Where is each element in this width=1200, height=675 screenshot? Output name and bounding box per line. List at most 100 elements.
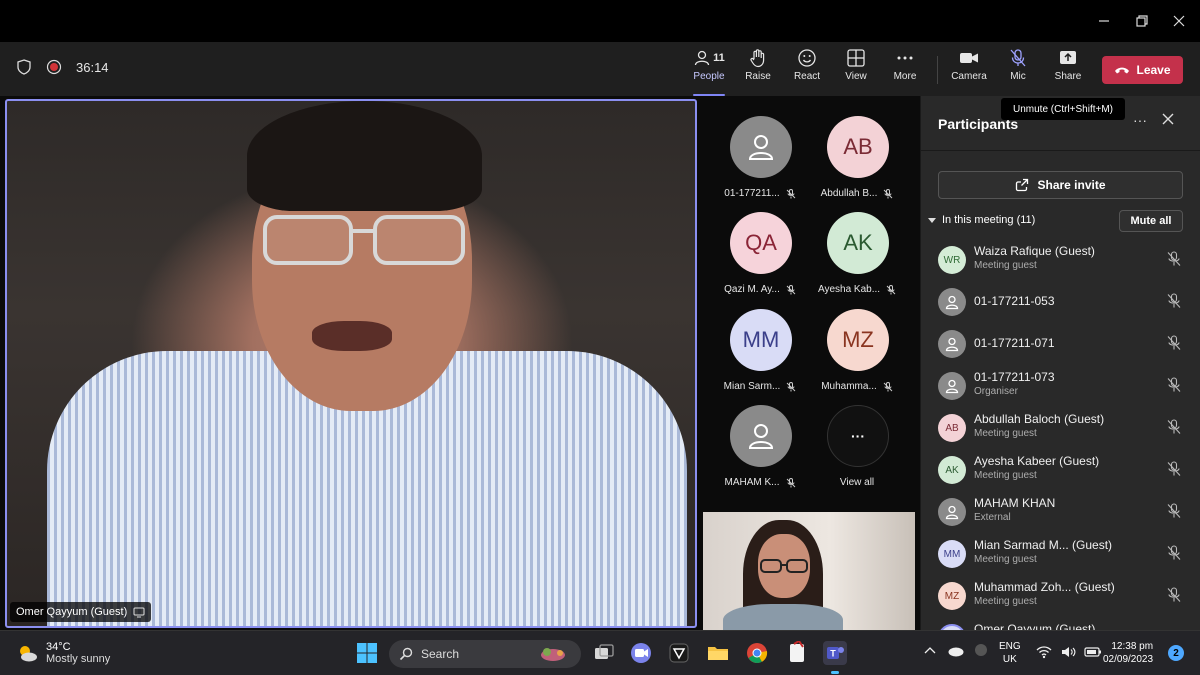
participant-avatar: MM (938, 540, 966, 568)
people-button[interactable]: 11 People (685, 48, 733, 96)
view-all-avatar: ··· (827, 405, 889, 467)
share-button[interactable]: Share (1044, 48, 1092, 92)
view-button[interactable]: View (832, 48, 880, 92)
participant-tile[interactable]: MM Mian Sarm... (712, 309, 808, 405)
main-speaker-video[interactable] (5, 99, 697, 628)
participant-tile[interactable]: 01-177211... (712, 116, 808, 212)
raise-label: Raise (745, 71, 771, 82)
view-all-tile[interactable]: ··· View all (809, 405, 905, 501)
teams-button[interactable]: T (823, 641, 847, 674)
participant-role: Meeting guest (974, 470, 1037, 481)
chat-app-button[interactable] (629, 641, 653, 665)
mic-off-icon[interactable] (1166, 251, 1182, 267)
chevron-down-icon (928, 218, 936, 223)
minimize-button[interactable] (1091, 8, 1117, 34)
system-tray (924, 643, 988, 657)
tray-app-icon[interactable] (974, 643, 988, 657)
react-button[interactable]: React (783, 48, 831, 92)
mic-button[interactable]: Mic (994, 48, 1042, 92)
camera-button[interactable]: Camera (945, 48, 993, 92)
person-icon (748, 424, 774, 449)
mic-off-icon[interactable] (1166, 587, 1182, 603)
weather-widget[interactable]: 34°C Mostly sunny (16, 641, 110, 665)
close-window-button[interactable] (1166, 8, 1192, 34)
mute-all-button[interactable]: Mute all (1119, 210, 1183, 232)
tile-avatar (730, 116, 792, 178)
meeting-toolbar: 36:14 11 People Raise React View More Ca… (0, 42, 1200, 96)
notes-app-button[interactable] (785, 639, 809, 665)
participant-row[interactable]: OQ Omer Qayyum (Guest) (938, 619, 1200, 630)
notes-icon (790, 639, 804, 662)
mic-off-icon[interactable] (1166, 419, 1182, 435)
onedrive-icon[interactable] (946, 643, 964, 657)
language-indicator[interactable]: ENG UK (999, 640, 1021, 666)
share-invite-button[interactable]: Share invite (938, 171, 1183, 199)
person-icon (945, 337, 959, 352)
mic-off-icon[interactable] (1166, 503, 1182, 519)
react-label: React (793, 71, 821, 82)
participant-tile[interactable]: AK Ayesha Kab... (809, 212, 905, 308)
mic-off-icon (786, 477, 795, 487)
participant-tile[interactable]: AB Abdullah B... (809, 116, 905, 212)
speaker-mouth (312, 321, 392, 351)
toolbar-divider (937, 56, 938, 84)
participant-tile[interactable]: MZ Muhamma... (809, 309, 905, 405)
tile-name: Ayesha Kab... (809, 284, 905, 295)
participant-row[interactable]: WR Waiza Rafique (Guest) Meeting guest (938, 241, 1200, 279)
share-screen-icon (1060, 51, 1076, 64)
leave-button[interactable]: Leave (1102, 56, 1183, 84)
participant-tile[interactable]: MAHAM K... (712, 405, 808, 501)
minimize-icon (1099, 20, 1109, 22)
self-view-video[interactable] (703, 512, 915, 630)
notification-badge[interactable]: 2 (1168, 645, 1184, 661)
mic-off-icon[interactable] (1166, 377, 1182, 393)
app-button[interactable] (667, 641, 691, 665)
participant-tile[interactable]: QA Qazi M. Ay... (712, 212, 808, 308)
start-button[interactable] (355, 641, 379, 665)
participant-row[interactable]: MAHAM KHAN External (938, 493, 1200, 531)
system-clock[interactable]: 12:38 pm 02/09/2023 (1103, 640, 1153, 666)
maximize-button[interactable] (1129, 8, 1155, 34)
participant-row[interactable]: MZ Muhammad Zoh... (Guest) Meeting guest (938, 577, 1200, 615)
more-button[interactable]: More (881, 48, 929, 92)
clock-time: 12:38 pm (1111, 641, 1154, 652)
share-invite-label: Share invite (1037, 178, 1106, 192)
recording-icon (46, 59, 62, 75)
person-icon (945, 505, 959, 520)
participant-name: Muhammad Zoh... (Guest) (974, 580, 1115, 594)
raise-hand-button[interactable]: Raise (734, 48, 782, 92)
quick-settings[interactable] (1036, 645, 1102, 659)
panel-more-button[interactable]: ··· (1133, 112, 1147, 128)
chevron-up-icon[interactable] (924, 645, 936, 655)
participant-role: Meeting guest (974, 260, 1037, 271)
participant-role: Meeting guest (974, 428, 1037, 439)
participant-row[interactable]: AB Abdullah Baloch (Guest) Meeting guest (938, 409, 1200, 447)
volume-icon (1062, 647, 1076, 657)
speaker-hair (247, 101, 482, 211)
active-app-indicator (831, 671, 839, 674)
mic-off-icon[interactable] (1166, 293, 1182, 309)
person-icon (748, 135, 774, 160)
mic-off-icon (786, 284, 796, 294)
mic-off-icon[interactable] (1166, 461, 1182, 477)
participant-row[interactable]: 01-177211-071 (938, 325, 1200, 363)
task-view-button[interactable] (592, 641, 616, 665)
more-label: More (893, 71, 917, 82)
file-explorer-button[interactable] (706, 641, 730, 665)
panel-close-button[interactable] (1161, 112, 1175, 131)
participants-panel: Participants ··· Share invite In this me… (920, 96, 1200, 630)
mic-off-icon[interactable] (1166, 335, 1182, 351)
tile-name: Qazi M. Ay... (712, 284, 808, 295)
taskbar-search[interactable]: Search (389, 640, 581, 668)
participant-row[interactable]: AK Ayesha Kabeer (Guest) Meeting guest (938, 451, 1200, 489)
participant-role: External (974, 512, 1011, 523)
mic-off-icon[interactable] (1166, 545, 1182, 561)
in-meeting-section-toggle[interactable]: In this meeting (11) (928, 214, 1035, 226)
mic-label: Mic (1010, 71, 1026, 82)
participant-row[interactable]: 01-177211-073 Organiser (938, 367, 1200, 405)
chrome-button[interactable] (745, 641, 769, 665)
window-title-bar (0, 0, 1200, 42)
participant-row[interactable]: 01-177211-053 (938, 283, 1200, 321)
participant-row[interactable]: MM Mian Sarmad M... (Guest) Meeting gues… (938, 535, 1200, 573)
participant-name: Waiza Rafique (Guest) (974, 244, 1095, 258)
